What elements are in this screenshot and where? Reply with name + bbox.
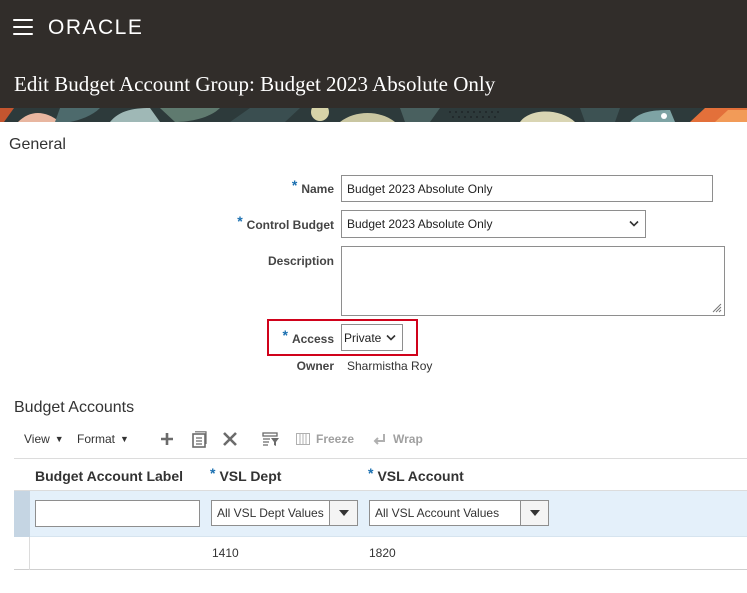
description-label: Description [267, 254, 334, 268]
row-selector[interactable] [14, 491, 30, 537]
budget-accounts-table: Budget Account Label * VSL Dept * VSL Acco… [14, 458, 747, 571]
vsl-account-cell: 1820 [369, 546, 396, 560]
control-budget-select[interactable]: Budget 2023 Absolute Only [341, 210, 646, 238]
description-textarea[interactable] [341, 246, 725, 316]
column-header-vsl-dept[interactable]: * VSL Dept [210, 465, 282, 484]
app-header: ORACLE Edit Budget Account Group: Budget… [0, 0, 747, 122]
name-label: * Name [230, 177, 334, 196]
wrap-label: Wrap [393, 432, 423, 446]
duplicate-icon[interactable] [191, 431, 207, 448]
add-icon[interactable] [159, 431, 175, 447]
owner-label: Owner [296, 359, 334, 373]
vsl-account-combobox[interactable]: All VSL Account Values [369, 500, 549, 526]
column-header-vsl-dept-text: VSL Dept [219, 468, 282, 484]
control-budget-label: * Control Budget [200, 213, 334, 232]
required-indicator: * [282, 327, 288, 343]
access-label: * Access [230, 327, 335, 346]
budget-accounts-section-title: Budget Accounts [14, 399, 135, 416]
required-indicator: * [368, 465, 374, 481]
required-indicator: * [291, 177, 298, 193]
general-section-title: General [9, 136, 66, 153]
view-menu-label: View [24, 432, 50, 446]
chevron-down-icon [386, 334, 396, 341]
page-title: Edit Budget Account Group: Budget 2023 A… [14, 72, 496, 96]
wrap-button[interactable]: Wrap [373, 432, 423, 446]
delete-icon[interactable] [222, 431, 238, 447]
banner-decoration [0, 108, 747, 122]
required-indicator: * [237, 213, 243, 229]
vsl-account-value: All VSL Account Values [375, 506, 500, 520]
name-value: Budget 2023 Absolute Only [347, 181, 493, 196]
name-field[interactable]: Budget 2023 Absolute Only [341, 175, 713, 202]
format-menu[interactable]: Format ▼ [77, 432, 129, 446]
freeze-button[interactable]: Freeze [296, 432, 354, 446]
caret-down-icon: ▼ [54, 434, 64, 444]
query-by-example-icon[interactable] [262, 431, 280, 447]
menu-icon[interactable] [13, 19, 33, 35]
control-budget-label-text: Control Budget [246, 218, 334, 232]
vsl-dept-dropdown-button[interactable] [329, 501, 357, 525]
table-row[interactable]: All VSL Dept Values All VSL Account Valu… [14, 491, 747, 537]
vsl-dept-value: All VSL Dept Values [217, 506, 324, 520]
caret-down-icon: ▼ [120, 434, 129, 444]
resize-grip-icon[interactable] [710, 301, 722, 313]
column-header-vsl-account[interactable]: * VSL Account [368, 465, 464, 484]
name-label-text: Name [301, 182, 334, 196]
vsl-dept-cell: 1410 [212, 546, 239, 560]
owner-value: Sharmistha Roy [347, 359, 433, 373]
freeze-label: Freeze [316, 432, 355, 446]
required-indicator: * [210, 465, 216, 481]
view-menu[interactable]: View ▼ [24, 432, 64, 446]
row-divider [29, 537, 30, 570]
vsl-account-dropdown-button[interactable] [520, 501, 548, 525]
access-select[interactable]: Private [341, 324, 403, 351]
vsl-dept-combobox[interactable]: All VSL Dept Values [211, 500, 358, 526]
chevron-down-icon [629, 220, 639, 227]
control-budget-value: Budget 2023 Absolute Only [347, 217, 493, 231]
column-header-vsl-account-text: VSL Account [377, 468, 464, 484]
column-header-budget-account-label[interactable]: Budget Account Label [35, 468, 183, 484]
table-row[interactable]: 1410 1820 [14, 537, 747, 570]
oracle-logo[interactable]: ORACLE [48, 16, 143, 40]
format-menu-label: Format [77, 432, 116, 446]
caret-down-icon [529, 510, 540, 516]
table-toolbar: View ▼ Format ▼ Freeze Wrap [14, 428, 434, 452]
caret-down-icon [338, 510, 349, 516]
wrap-icon [373, 433, 385, 445]
top-bar: ORACLE [0, 0, 747, 56]
table-header: Budget Account Label * VSL Dept * VSL Acco… [14, 458, 747, 491]
access-value: Private [344, 330, 382, 345]
budget-account-label-input[interactable] [35, 500, 200, 527]
freeze-icon [296, 433, 310, 445]
access-label-text: Access [291, 332, 334, 346]
